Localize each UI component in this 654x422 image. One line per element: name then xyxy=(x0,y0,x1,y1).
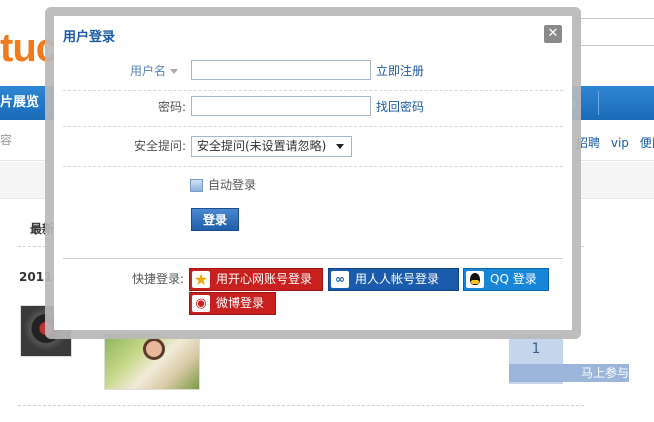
weibo-login-label: 微博登录 xyxy=(216,296,265,310)
divider xyxy=(63,90,563,91)
register-link[interactable]: 立即注册 xyxy=(376,60,424,82)
security-question-select[interactable]: 安全提问(未设置请忽略) xyxy=(191,136,352,157)
auto-login-label[interactable]: 自动登录 xyxy=(208,175,256,195)
nav-item-photo-exhibit[interactable]: 片展览 xyxy=(0,86,39,120)
dialog-title: 用户登录 xyxy=(63,30,116,45)
participate-label: 马上参与 xyxy=(509,364,629,382)
login-dialog: 用户登录 ✕ 用户名 立即注册 密码: 找回密码 安全提问: 安全提问(未设置请… xyxy=(54,16,572,330)
link-vip[interactable]: vip xyxy=(611,136,629,150)
qq-login-label: QQ 登录 xyxy=(490,272,537,286)
kaixin-login-button[interactable]: ★ 用开心网账号登录 xyxy=(189,268,323,291)
search-hint-text: 容 xyxy=(0,133,13,147)
divider xyxy=(63,126,563,127)
security-question-value: 安全提问(未设置请忽略) xyxy=(197,139,327,153)
security-question-label: 安全提问: xyxy=(133,139,186,153)
password-input[interactable] xyxy=(191,96,371,116)
renren-icon: ∞ xyxy=(331,271,349,288)
renren-login-label: 用人人帐号登录 xyxy=(355,272,440,286)
username-label[interactable]: 用户名 xyxy=(58,60,178,82)
top-search-box[interactable] xyxy=(578,18,654,46)
divider xyxy=(18,405,584,406)
close-icon[interactable]: ✕ xyxy=(544,25,562,43)
weibo-login-button[interactable]: ◉ 微博登录 xyxy=(189,292,276,315)
username-label-text: 用户名 xyxy=(129,64,166,78)
kaixin-star-icon: ★ xyxy=(192,270,210,289)
divider xyxy=(63,258,563,259)
top-links: 招聘 vip 便民 xyxy=(576,134,654,151)
renren-login-button[interactable]: ∞ 用人人帐号登录 xyxy=(328,268,459,291)
link-convenience[interactable]: 便民 xyxy=(640,136,654,150)
quick-login-label: 快捷登录: xyxy=(132,272,185,286)
forgot-password-link[interactable]: 找回密码 xyxy=(376,96,424,118)
auto-login-checkbox[interactable] xyxy=(190,179,203,192)
divider xyxy=(63,166,563,167)
chevron-down-icon xyxy=(170,69,178,74)
dropdown-arrow-icon xyxy=(336,144,344,149)
post-photo-thumbnail[interactable] xyxy=(104,333,200,390)
login-button[interactable]: 登录 xyxy=(191,208,239,231)
password-label: 密码: xyxy=(157,100,186,114)
qq-penguin-icon xyxy=(466,271,484,288)
nav-divider xyxy=(598,91,599,115)
participate-button[interactable]: 1 马上参与 xyxy=(509,334,629,384)
kaixin-login-label: 用开心网账号登录 xyxy=(216,272,313,286)
username-input[interactable] xyxy=(191,60,371,80)
photo-subject xyxy=(143,338,165,360)
qq-login-button[interactable]: QQ 登录 xyxy=(463,268,549,291)
weibo-icon: ◉ xyxy=(192,295,210,312)
